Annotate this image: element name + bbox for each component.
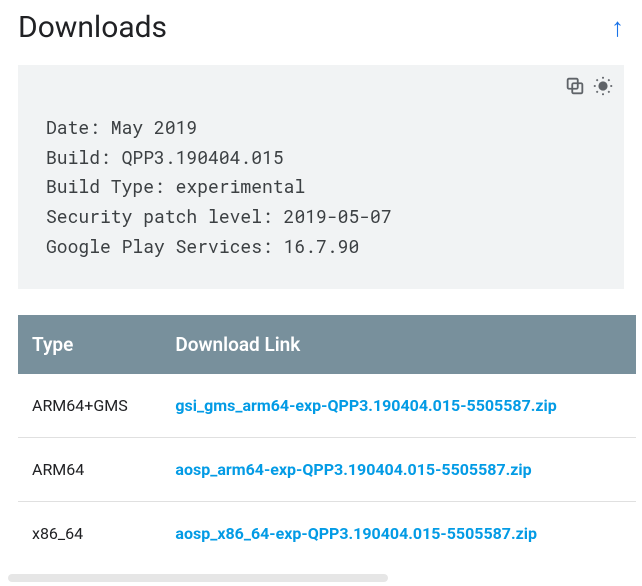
code-block: Date: May 2019 Build: QPP3.190404.015 Bu… [18,65,624,289]
code-line: Date: May 2019 [46,115,197,139]
scroll-top-icon[interactable]: ↑ [611,15,624,41]
code-line: Build Type: experimental [46,174,305,198]
code-line: Security patch level: 2019-05-07 [46,204,392,228]
table-row: ARM64+GMS gsi_gms_arm64-exp-QPP3.190404.… [18,374,636,438]
horizontal-scrollbar[interactable] [8,574,388,582]
code-line: Google Play Services: 16.7.90 [46,234,359,258]
copy-icon[interactable] [564,75,586,97]
download-link[interactable]: aosp_x86_64-exp-QPP3.190404.015-5505587.… [175,524,537,543]
downloads-table-wrap: Type Download Link ARM64+GMS gsi_gms_arm… [18,315,636,565]
cell-type: ARM64 [18,438,161,502]
col-type: Type [18,315,161,374]
cell-type: ARM64+GMS [18,374,161,438]
downloads-table: Type Download Link ARM64+GMS gsi_gms_arm… [18,315,636,565]
col-link: Download Link [161,315,636,374]
table-row: ARM64 aosp_arm64-exp-QPP3.190404.015-550… [18,438,636,502]
cell-type: x86_64 [18,502,161,566]
section-header: Downloads ↑ [0,0,642,51]
download-link[interactable]: aosp_arm64-exp-QPP3.190404.015-5505587.z… [175,460,531,479]
build-info-code: Date: May 2019 Build: QPP3.190404.015 Bu… [18,65,624,289]
page-title: Downloads [18,10,167,45]
table-row: x86_64 aosp_x86_64-exp-QPP3.190404.015-5… [18,502,636,566]
download-link[interactable]: gsi_gms_arm64-exp-QPP3.190404.015-550558… [175,396,556,415]
theme-toggle-icon[interactable] [592,75,614,97]
code-line: Build: QPP3.190404.015 [46,145,284,169]
